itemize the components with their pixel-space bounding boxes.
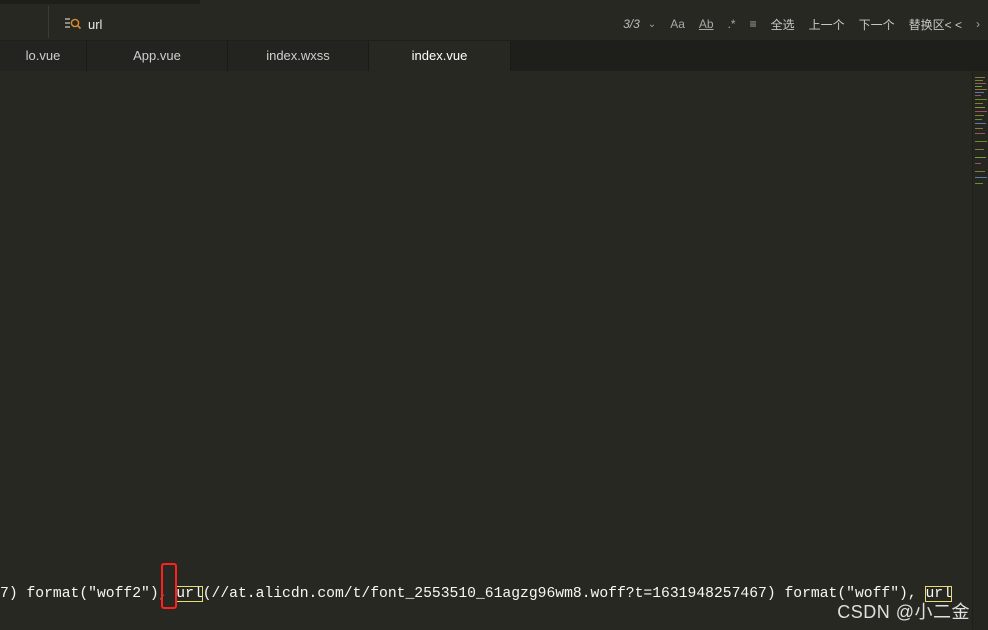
whole-word-toggle[interactable]: Ab xyxy=(699,17,714,31)
title-strip xyxy=(0,0,200,4)
find-bar: 3/3 ⌄ Aa Ab .* ≡ 全选 上一个 下一个 替换区< < › xyxy=(0,0,988,41)
tab-index-wxss[interactable]: index.wxss xyxy=(228,41,369,71)
tab-lo-vue[interactable]: lo.vue xyxy=(0,41,87,71)
search-input[interactable] xyxy=(88,14,288,34)
chevron-down-icon[interactable]: ⌄ xyxy=(648,19,656,30)
select-all-button[interactable]: 全选 xyxy=(771,16,795,33)
code-text: (//at.alicdn.com/t/font_2553510_61agzg96… xyxy=(202,586,926,602)
close-icon[interactable]: › xyxy=(976,17,980,31)
tab-bar: lo.vue App.vue index.wxss index.vue xyxy=(0,41,988,71)
next-match-button[interactable]: 下一个 xyxy=(859,16,895,33)
previous-match-button[interactable]: 上一个 xyxy=(809,16,845,33)
regex-toggle[interactable]: .* xyxy=(728,17,736,31)
divider xyxy=(48,6,49,38)
tab-index-vue[interactable]: index.vue xyxy=(369,41,511,71)
watermark: CSDN @小二金 xyxy=(837,602,970,622)
selection-lines-icon[interactable]: ≡ xyxy=(750,17,757,31)
code-editor[interactable] xyxy=(0,71,972,630)
replace-toggle-button[interactable]: 替换区< < xyxy=(909,16,962,33)
code-line[interactable]: 7) format("woff2"), url(//at.alicdn.com/… xyxy=(0,583,952,605)
search-icon[interactable] xyxy=(64,16,82,32)
search-match: url xyxy=(176,586,203,602)
match-count: 3/3 xyxy=(623,17,640,31)
code-text: 7) format("woff2"), xyxy=(0,586,177,602)
minimap[interactable] xyxy=(972,71,988,630)
tab-app-vue[interactable]: App.vue xyxy=(87,41,228,71)
match-case-toggle[interactable]: Aa xyxy=(670,17,685,31)
annotation-highlight-box xyxy=(161,563,177,609)
find-tools: 3/3 ⌄ Aa Ab .* ≡ 全选 上一个 下一个 替换区< < › xyxy=(623,15,980,33)
